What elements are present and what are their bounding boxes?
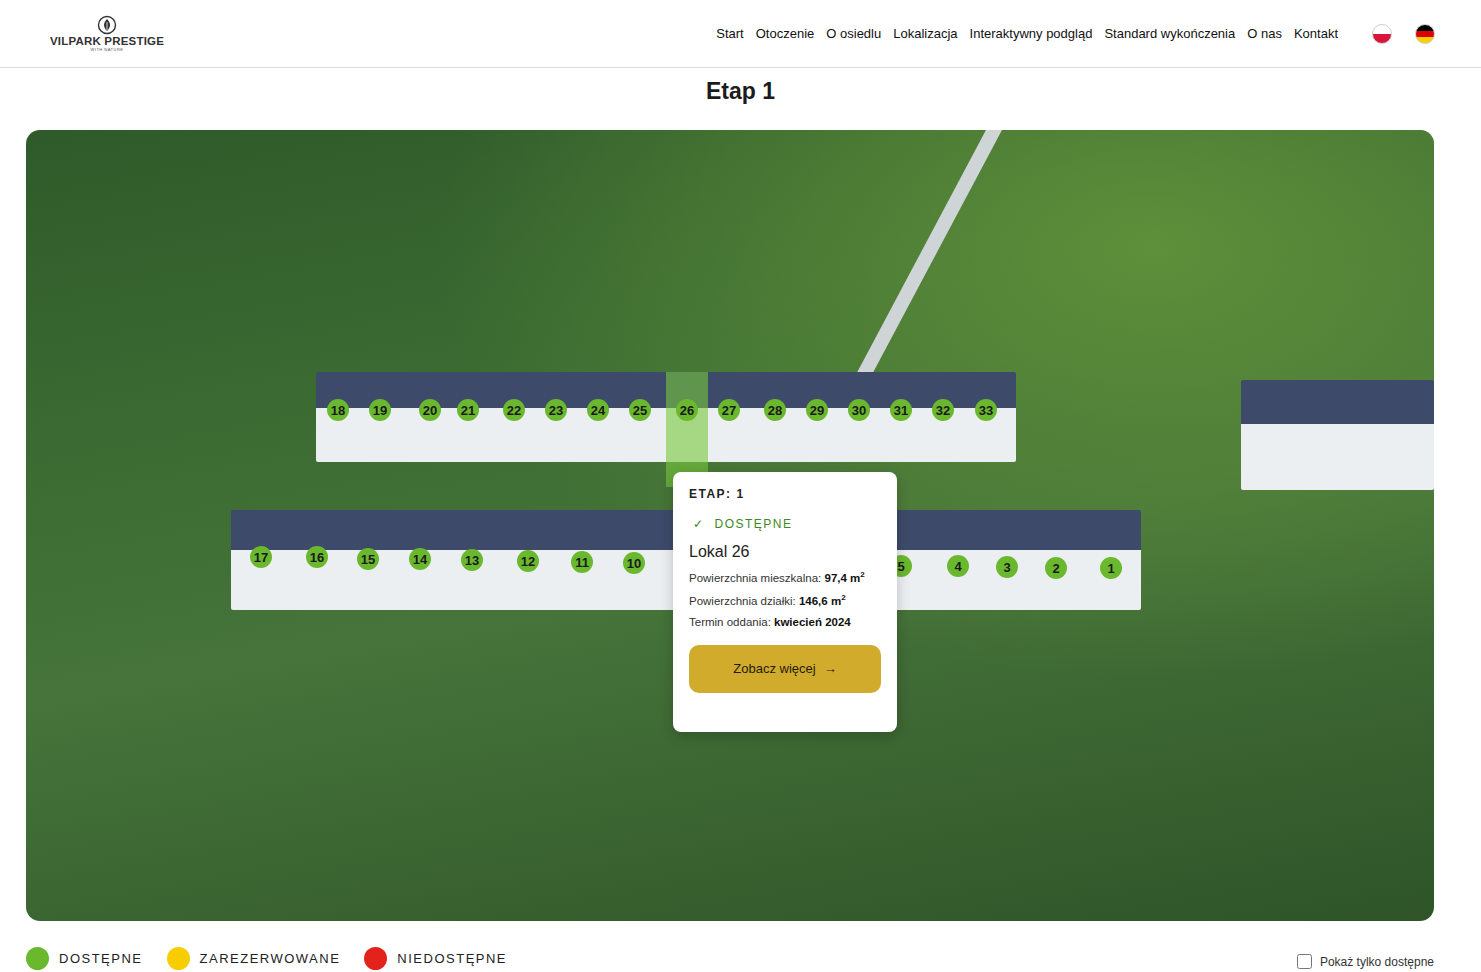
status-dot <box>364 947 387 970</box>
tooltip-row: Powierzchnia mieszkalna: 97,4 m2 <box>689 570 881 584</box>
page: VILPARK PRESTIGE WITH NATURE Start Otocze… <box>0 0 1481 972</box>
legend-bar: DOSTĘPNE ZAREZERWOWANE NIEDOSTĘPNE Pokaż… <box>0 921 1481 970</box>
unit-pin[interactable]: 19 <box>369 399 391 421</box>
unit-pin[interactable]: 14 <box>409 548 431 570</box>
de-flag-icon[interactable] <box>1415 24 1435 44</box>
unit-pin[interactable]: 23 <box>545 399 567 421</box>
unit-pin[interactable]: 22 <box>503 399 525 421</box>
nav-item[interactable]: Standard wykończenia <box>1104 26 1235 41</box>
legend-item: NIEDOSTĘPNE <box>364 947 507 970</box>
tooltip-status: ✓ DOSTĘPNE <box>689 517 881 531</box>
status-dot <box>167 947 190 970</box>
site-plan-map: 1819202122232425262728293031323317161514… <box>26 130 1434 921</box>
unit-pin[interactable]: 20 <box>419 399 441 421</box>
unit-pin[interactable]: 32 <box>932 399 954 421</box>
nav-item[interactable]: Lokalizacja <box>893 26 957 41</box>
unit-pin[interactable]: 24 <box>587 399 609 421</box>
unit-pin[interactable]: 15 <box>357 548 379 570</box>
unit-pin[interactable]: 27 <box>718 399 740 421</box>
unit-pin[interactable]: 2 <box>1045 557 1067 579</box>
unit-pin[interactable]: 18 <box>327 399 349 421</box>
unit-pin[interactable]: 30 <box>848 399 870 421</box>
unit-pin[interactable]: 11 <box>571 551 593 573</box>
legend-item: ZAREZERWOWANE <box>167 947 341 970</box>
logo-name: VILPARK PRESTIGE <box>50 35 164 47</box>
nav-item[interactable]: Kontakt <box>1294 26 1338 41</box>
check-icon: ✓ <box>693 517 705 531</box>
nav-item[interactable]: Start <box>716 26 743 41</box>
leaf-logo-icon <box>97 15 117 35</box>
unit-pin[interactable]: 16 <box>306 546 328 568</box>
unit-pin[interactable]: 4 <box>947 555 969 577</box>
unit-pin[interactable]: 28 <box>764 399 786 421</box>
unit-tooltip: ETAP: 1 ✓ DOSTĘPNE Lokal 26 Powierzchnia… <box>673 472 897 732</box>
tooltip-stage: ETAP: 1 <box>689 487 881 501</box>
logo[interactable]: VILPARK PRESTIGE WITH NATURE <box>50 15 164 52</box>
unit-pin[interactable]: 21 <box>457 399 479 421</box>
unit-pin[interactable]: 13 <box>461 549 483 571</box>
unit-pin[interactable]: 26 <box>676 399 698 421</box>
unit-pin[interactable]: 29 <box>806 399 828 421</box>
arrow-right-icon: → <box>824 661 837 676</box>
selected-unit-highlight[interactable] <box>666 372 708 487</box>
unit-pin[interactable]: 25 <box>629 399 651 421</box>
unit-pin[interactable]: 31 <box>890 399 912 421</box>
legend: DOSTĘPNE ZAREZERWOWANE NIEDOSTĘPNE <box>26 947 507 970</box>
available-only-filter[interactable]: Pokaż tylko dostępne <box>1297 954 1434 969</box>
nav-item[interactable]: Interaktywny podgląd <box>970 26 1093 41</box>
pl-flag-icon[interactable] <box>1372 24 1392 44</box>
legend-item: DOSTĘPNE <box>26 947 143 970</box>
unit-pin[interactable]: 17 <box>250 546 272 568</box>
unit-pin[interactable]: 33 <box>975 399 997 421</box>
unit-pin[interactable]: 1 <box>1100 557 1122 579</box>
tooltip-title: Lokal 26 <box>689 543 881 561</box>
status-dot <box>26 947 49 970</box>
logo-tagline: WITH NATURE <box>91 47 124 52</box>
unit-pin[interactable]: 10 <box>623 552 645 574</box>
header: VILPARK PRESTIGE WITH NATURE Start Otocze… <box>0 0 1481 68</box>
unit-pin[interactable]: 3 <box>996 556 1018 578</box>
available-only-checkbox[interactable] <box>1297 954 1312 969</box>
tooltip-row: Powierzchnia działki: 146,6 m2 <box>689 593 881 607</box>
nav-item[interactable]: Otoczenie <box>756 26 815 41</box>
language-switcher <box>1372 24 1435 44</box>
main-nav: Start Otoczenie O osiedlu Lokalizacja Intera… <box>716 24 1435 44</box>
stage-title: Etap 1 <box>0 68 1481 130</box>
access-road <box>848 130 1002 390</box>
unit-pin[interactable]: 12 <box>517 550 539 572</box>
nav-item[interactable]: O nas <box>1247 26 1282 41</box>
nav-item[interactable]: O osiedlu <box>826 26 881 41</box>
tooltip-row: Termin oddania: kwiecień 2024 <box>689 616 881 628</box>
see-more-button[interactable]: Zobacz więcej → <box>689 645 881 693</box>
building-row <box>1241 380 1434 490</box>
